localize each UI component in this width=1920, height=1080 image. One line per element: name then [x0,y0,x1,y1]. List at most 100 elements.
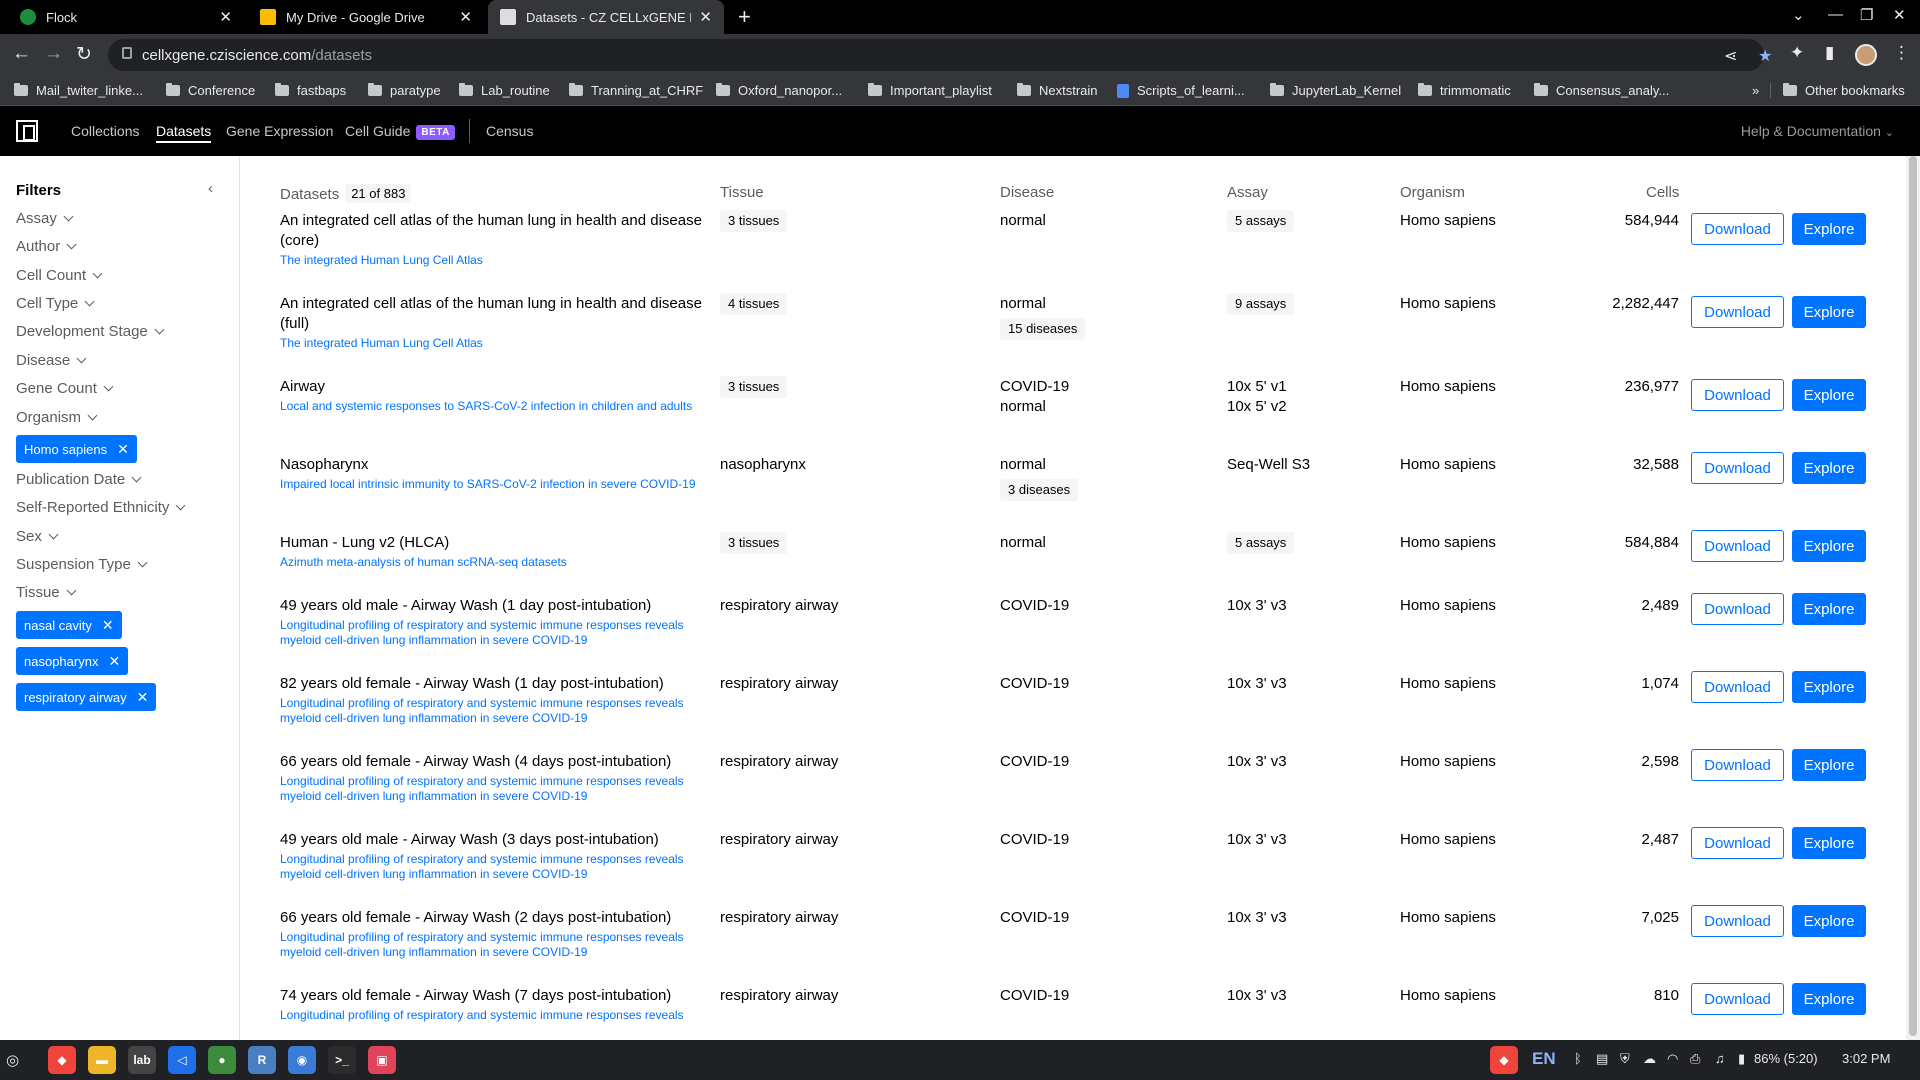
download-button[interactable]: Download [1691,452,1784,484]
browser-tab-cellxgene[interactable]: Datasets - CZ CELLxGENE Disc ✕ [488,0,724,34]
download-button[interactable]: Download [1691,905,1784,937]
clipboard-icon[interactable]: ▤ [1596,1051,1608,1067]
collection-link[interactable]: Longitudinal profiling of respiratory an… [280,696,710,726]
filter-gene-count[interactable]: Gene Count [16,380,114,397]
dataset-title[interactable]: Airway [280,377,710,397]
dataset-title[interactable]: 66 years old female - Airway Wash (2 day… [280,908,710,928]
collection-link[interactable]: Local and systemic responses to SARS-CoV… [280,399,710,414]
dataset-title[interactable]: 74 years old female - Airway Wash (7 day… [280,986,710,1006]
clock-text[interactable]: 3:02 PM [1842,1051,1890,1066]
explore-button[interactable]: Explore [1792,296,1866,328]
download-button[interactable]: Download [1691,593,1784,625]
bookmark-item[interactable]: Conference [166,83,255,98]
jupyterlab-icon[interactable]: lab [128,1046,156,1074]
shield-icon[interactable]: ⛨ [1620,1051,1630,1067]
download-button[interactable]: Download [1691,983,1784,1015]
explore-button[interactable]: Explore [1792,379,1866,411]
close-window-icon[interactable]: ✕ [1893,6,1906,24]
screenshot-icon[interactable]: ◉ [288,1046,316,1074]
nav-census[interactable]: Census [486,123,533,139]
download-button[interactable]: Download [1691,530,1784,562]
address-bar[interactable]: cellxgene.cziscience.com/datasets ⋖ ★ [108,39,1772,71]
launcher-icon[interactable]: ◎ [6,1051,19,1069]
collection-link[interactable]: Longitudinal profiling of respiratory an… [280,852,710,882]
close-tab-icon[interactable]: ✕ [699,8,712,26]
bookmark-item[interactable]: Important_playlist [868,83,992,98]
download-button[interactable]: Download [1691,827,1784,859]
tissue-count-tag[interactable]: 3 tissues [720,532,788,554]
filter-author[interactable]: Author [16,238,77,255]
restore-icon[interactable]: ❐ [1860,6,1873,24]
browser-tab-drive[interactable]: My Drive - Google Drive ✕ [248,0,484,34]
filter-assay[interactable]: Assay [16,210,74,227]
network-icon[interactable]: ◠ [1667,1051,1678,1067]
explore-button[interactable]: Explore [1792,905,1866,937]
collection-link[interactable]: The integrated Human Lung Cell Atlas [280,336,710,351]
filter-suspension-type[interactable]: Suspension Type [16,556,148,573]
bookmark-item[interactable]: Scripts_of_learni... [1117,83,1245,98]
page-scrollbar[interactable] [1906,156,1920,1040]
download-button[interactable]: Download [1691,296,1784,328]
rstudio-icon[interactable]: R [248,1046,276,1074]
filter-organism[interactable]: Organism [16,409,98,426]
bookmark-item[interactable]: Lab_routine [459,83,550,98]
download-button[interactable]: Download [1691,671,1784,703]
bookmark-item[interactable]: Consensus_analy... [1534,83,1669,98]
assay-count-tag[interactable]: 5 assays [1227,210,1295,232]
explore-button[interactable]: Explore [1792,530,1866,562]
battery-icon[interactable]: ▮ [1738,1051,1745,1067]
nav-cell-guide[interactable]: Cell Guide BETA [345,123,455,140]
forward-icon[interactable]: → [44,43,63,65]
close-tab-icon[interactable]: ✕ [219,8,232,26]
tissue-chip[interactable]: respiratory airway ✕ [16,683,157,711]
dataset-title[interactable]: 49 years old male - Airway Wash (3 days … [280,830,710,850]
dataset-title[interactable]: Human - Lung v2 (HLCA) [280,533,710,553]
dataset-title[interactable]: Nasopharynx [280,455,710,475]
terminal-icon[interactable]: >_ [328,1046,356,1074]
printer-icon[interactable]: ⎙ [1690,1051,1700,1067]
new-tab-icon[interactable]: + [738,4,751,30]
tissue-count-tag[interactable]: 4 tissues [720,293,788,315]
download-button[interactable]: Download [1691,213,1784,245]
share-icon[interactable]: ⋖ [1724,46,1737,66]
explore-button[interactable]: Explore [1792,827,1866,859]
collapse-sidebar-icon[interactable]: ‹ [208,180,213,197]
browser-tab-flock[interactable]: Flock ✕ [8,0,244,34]
collection-link[interactable]: Longitudinal profiling of respiratory an… [280,774,710,804]
collection-link[interactable]: Azimuth meta-analysis of human scRNA-seq… [280,555,710,570]
reload-icon[interactable]: ↻ [76,43,92,66]
assay-count-tag[interactable]: 5 assays [1227,532,1295,554]
extensions-icon[interactable]: ✦ [1790,43,1804,63]
bookmark-item[interactable]: paratype [368,83,441,98]
more-bookmarks-icon[interactable]: » [1752,83,1759,98]
cellxgene-logo-icon[interactable] [16,120,38,142]
tissue-count-tag[interactable]: 3 tissues [720,376,788,398]
chrome-icon[interactable]: ● [208,1046,236,1074]
bookmark-item[interactable]: fastbaps [275,83,346,98]
dataset-title[interactable]: 82 years old female - Airway Wash (1 day… [280,674,710,694]
remove-chip-icon[interactable]: ✕ [117,441,129,458]
dataset-title[interactable]: An integrated cell atlas of the human lu… [280,211,710,251]
dataset-title[interactable]: 49 years old male - Airway Wash (1 day p… [280,596,710,616]
files-icon[interactable]: ▬ [88,1046,116,1074]
remove-chip-icon[interactable]: ✕ [137,689,149,706]
tissue-chip[interactable]: nasal cavity ✕ [16,611,122,639]
disease-count-tag[interactable]: 3 diseases [1000,479,1079,501]
tissue-count-tag[interactable]: 3 tissues [720,210,788,232]
filter-disease[interactable]: Disease [16,352,87,369]
filter-tissue[interactable]: Tissue [16,584,77,601]
scrollbar-thumb[interactable] [1909,156,1917,1036]
vscode-icon[interactable]: ◁ [168,1046,196,1074]
remove-chip-icon[interactable]: ✕ [102,617,114,634]
explore-button[interactable]: Explore [1792,452,1866,484]
organism-chip[interactable]: Homo sapiens ✕ [16,435,137,463]
collection-link[interactable]: Longitudinal profiling of respiratory an… [280,618,710,648]
minimize-icon[interactable]: — [1828,6,1843,23]
bookmark-item[interactable]: Nextstrain [1017,83,1098,98]
bookmark-item[interactable]: JupyterLab_Kernel [1270,83,1401,98]
anydesk-tray-icon[interactable]: ◆ [1490,1046,1518,1074]
explore-button[interactable]: Explore [1792,983,1866,1015]
dataset-title[interactable]: An integrated cell atlas of the human lu… [280,294,710,334]
download-button[interactable]: Download [1691,379,1784,411]
explore-button[interactable]: Explore [1792,593,1866,625]
